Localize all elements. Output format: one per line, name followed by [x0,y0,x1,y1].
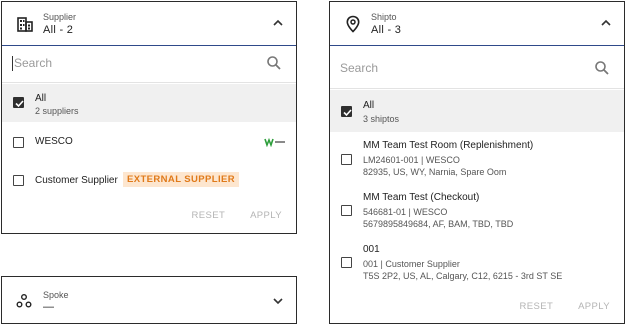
checkbox[interactable] [341,257,352,268]
reset-button[interactable]: RESET [520,301,554,312]
option-title: MM Team Test (Checkout) [363,192,480,203]
shipto-filter-panel: Shipto All - 3 Search All 3 shiptos MM T… [329,1,625,324]
checkbox[interactable] [341,154,352,165]
option-subtitle: 3 shiptos [363,114,400,124]
option-title: MM Team Test Room (Replenishment) [363,140,534,151]
supplier-label: Supplier [43,12,77,22]
supplier-actions: RESET APPLY [170,210,283,221]
option-line2: 82935, US, WY, Narnia, Spare Oom [363,167,507,177]
checkbox-checked-icon[interactable] [13,97,24,108]
checkbox-checked-icon[interactable] [341,106,352,117]
option-title: 001 [363,244,380,255]
chevron-up-icon[interactable] [272,18,284,28]
search-icon[interactable] [594,60,610,76]
supplier-option-all[interactable]: All 2 suppliers [2,84,296,122]
option-line2: T5S 2P2, US, AL, Calgary, C12, 6215 - 3r… [363,271,563,281]
spoke-value: — [43,301,55,313]
shipto-actions: RESET APPLY [498,301,611,312]
shipto-option[interactable]: MM Team Test (Checkout) 546681-01 | WESC… [330,189,624,235]
option-line1: LM24601-001 | WESCO [363,155,460,165]
checkbox[interactable] [341,205,352,216]
supplier-option-wesco[interactable]: WESCO [2,126,296,156]
supplier-value: All - 2 [43,24,74,36]
shipto-option-all[interactable]: All 3 shiptos [330,90,624,132]
building-icon [17,17,33,32]
external-supplier-badge: EXTERNAL SUPPLIER [123,172,239,187]
supplier-filter-header[interactable]: Supplier All - 2 [2,2,296,46]
reset-button[interactable]: RESET [192,210,226,221]
supplier-filter-panel: Supplier All - 2 Search All 2 suppliers … [1,1,297,234]
shipto-option[interactable]: 001 001 | Customer Supplier T5S 2P2, US,… [330,241,624,287]
shipto-filter-header[interactable]: Shipto All - 3 [330,2,624,46]
chevron-up-icon[interactable] [600,18,612,28]
supplier-option-customer-supplier[interactable]: Customer Supplier EXTERNAL SUPPLIER [2,164,296,196]
option-title: All [363,100,375,111]
wesco-logo [264,137,285,147]
location-pin-icon [346,15,360,33]
option-title: All [35,93,47,104]
text-cursor [12,56,13,71]
shipto-value: All - 3 [371,24,402,36]
supplier-search[interactable]: Search [12,54,282,74]
spoke-label: Spoke [43,290,69,300]
checkbox[interactable] [13,137,24,148]
shipto-option[interactable]: MM Team Test Room (Replenishment) LM2460… [330,137,624,183]
supplier-search-input[interactable]: Search [14,56,52,70]
option-title: Customer Supplier [35,175,118,186]
spoke-icon [16,294,32,308]
option-line1: 001 | Customer Supplier [363,259,460,269]
search-icon[interactable] [266,55,282,71]
option-line1: 546681-01 | WESCO [363,207,448,217]
option-title: WESCO [35,136,73,147]
shipto-search-input[interactable]: Search [340,61,378,75]
apply-button[interactable]: APPLY [578,301,610,312]
divider [2,82,296,83]
spoke-filter-panel[interactable]: Spoke — [1,276,297,324]
shipto-search[interactable]: Search [340,59,610,79]
option-line2: 5679895849684, AF, BAM, TBD, TBD [363,219,514,229]
chevron-down-icon[interactable] [272,296,284,306]
checkbox[interactable] [13,175,24,186]
shipto-label: Shipto [371,12,397,22]
option-subtitle: 2 suppliers [35,106,79,116]
apply-button[interactable]: APPLY [250,210,282,221]
divider [330,88,624,89]
